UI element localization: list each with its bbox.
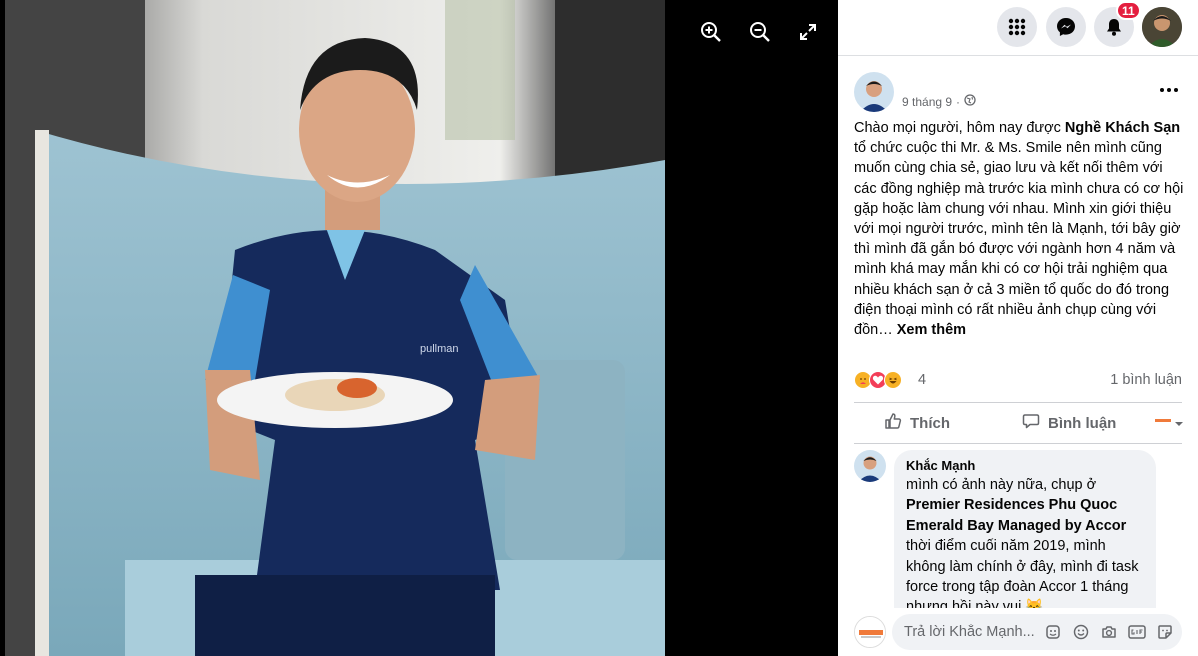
place-link[interactable]: Premier Residences Phu Quoc Emerald Bay … (906, 497, 1126, 533)
comment-button[interactable]: Bình luận (1022, 403, 1116, 443)
comment-count-link[interactable]: 1 bình luận (1110, 372, 1182, 388)
reaction-count[interactable]: 4 (918, 372, 926, 388)
thumbs-up-icon (884, 412, 902, 434)
comment-body: mình có ảnh này nữa, chụp ở Premier Resi… (906, 475, 1144, 608)
more-options-icon[interactable] (1154, 78, 1184, 102)
comment-item: Khắc Mạnh mình có ảnh này nữa, chụp ở Pr… (854, 448, 1184, 608)
page-avatar[interactable] (854, 616, 886, 648)
menu-grid-icon[interactable] (997, 7, 1037, 47)
page-mention-link[interactable]: Nghề Khách Sạn (1065, 120, 1180, 136)
messenger-icon[interactable] (1046, 7, 1086, 47)
globe-icon (964, 94, 976, 109)
audience-selector[interactable] (1154, 403, 1184, 443)
comment-author[interactable]: Khắc Mạnh (906, 457, 1144, 475)
post-date-text[interactable]: 9 tháng 9 (902, 95, 952, 109)
reply-composer: Trả lời Khắc Mạnh... (854, 614, 1184, 650)
post-text-part: Chào mọi người, hôm nay được (854, 120, 1065, 136)
comment-label: Bình luận (1048, 414, 1117, 432)
post-header: 9 tháng 9 · (854, 72, 1184, 112)
profile-avatar[interactable] (1142, 7, 1182, 47)
like-label: Thích (910, 414, 950, 432)
top-navigation: 11 (838, 0, 1198, 56)
notification-badge: 11 (1116, 1, 1141, 20)
like-button[interactable]: Thích (884, 403, 950, 443)
post-body: Chào mọi người, hôm nay được Nghề Khách … (854, 118, 1184, 340)
reactions-summary: 4 1 bình luận (854, 370, 1182, 392)
separator-dot: · (956, 94, 961, 109)
photo-viewer: pullman (0, 0, 838, 656)
post-photo[interactable]: pullman (5, 0, 665, 656)
bell-icon[interactable]: 11 (1094, 1, 1141, 47)
sticker-icon[interactable] (1154, 621, 1176, 643)
emoji-icon[interactable] (1070, 621, 1092, 643)
chevron-down-icon (1174, 415, 1184, 432)
reply-input[interactable]: Trả lời Khắc Mạnh... (892, 614, 1182, 650)
author-avatar[interactable] (854, 72, 894, 112)
comment-text-part: mình có ảnh này nữa, chụp ở (906, 477, 1097, 493)
commenter-avatar[interactable] (854, 450, 886, 482)
see-more-link[interactable]: Xem thêm (897, 322, 966, 338)
zoom-out-icon[interactable] (746, 18, 774, 46)
page-avatar-icon (1154, 414, 1172, 432)
comment-bubble: Khắc Mạnh mình có ảnh này nữa, chụp ở Pr… (894, 450, 1156, 608)
reply-placeholder[interactable]: Trả lời Khắc Mạnh... (904, 624, 1036, 640)
comment-icon (1022, 412, 1040, 434)
comment-text-part: thời điểm cuối năm 2019, mình không làm … (906, 538, 1139, 608)
photo-illustration: pullman (5, 0, 665, 656)
post-timestamp[interactable]: 9 tháng 9 · (902, 94, 976, 109)
post-actions: Thích Bình luận (854, 402, 1184, 444)
shirt-logo-text: pullman (420, 343, 459, 355)
avatar-sticker-icon[interactable] (1042, 621, 1064, 643)
post-panel: 11 9 tháng 9 · Chào mọi người, hôm nay đ… (838, 0, 1198, 656)
fullscreen-icon[interactable] (794, 18, 822, 46)
post-text-part: tổ chức cuộc thi Mr. & Ms. Smile nên mìn… (854, 140, 1184, 339)
haha-icon (884, 371, 902, 389)
camera-icon[interactable] (1098, 621, 1120, 643)
zoom-in-icon[interactable] (697, 18, 725, 46)
reaction-icons[interactable] (854, 371, 902, 389)
gif-icon[interactable] (1126, 621, 1148, 643)
